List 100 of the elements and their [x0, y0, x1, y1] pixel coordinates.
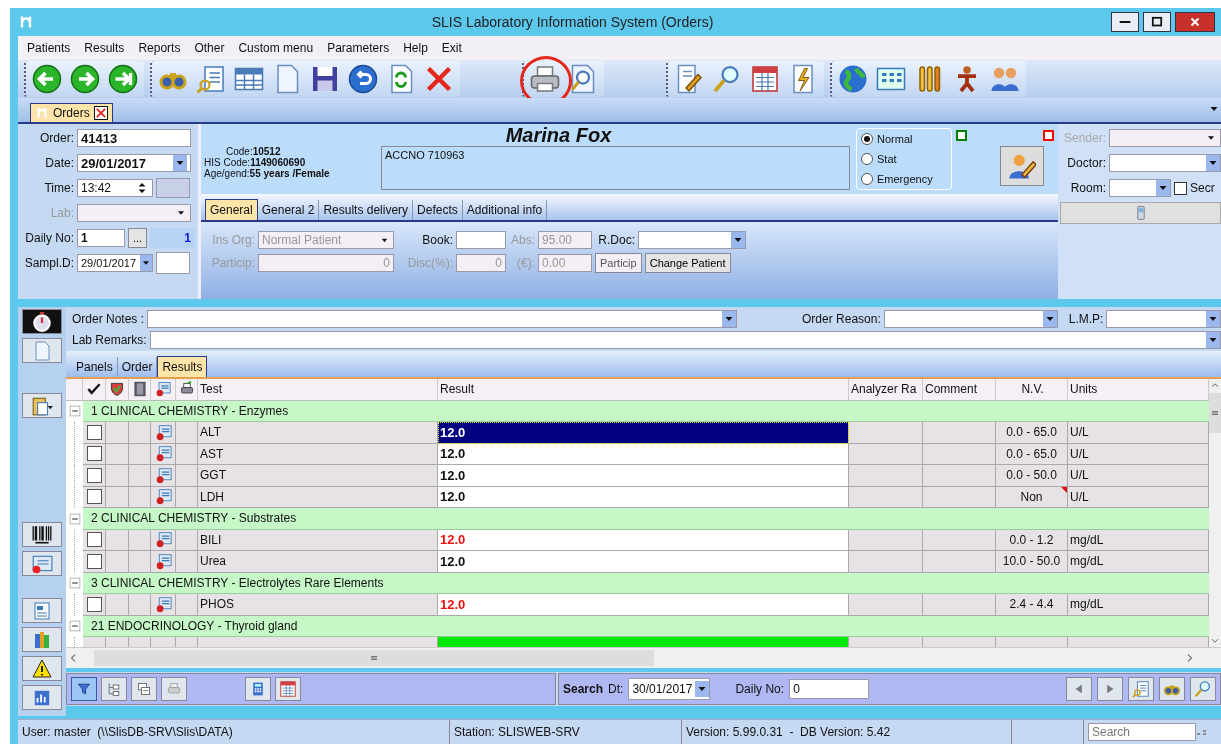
lab-dropdown[interactable]	[77, 204, 191, 222]
calendar-icon[interactable]	[750, 64, 780, 94]
print-button[interactable]	[161, 677, 187, 701]
result-cell[interactable]: 12.0	[438, 551, 849, 573]
magnifier-icon[interactable]	[712, 64, 742, 94]
menu-item[interactable]: Parameters	[320, 41, 397, 55]
collapse-icon[interactable]	[67, 619, 82, 634]
menu-item[interactable]: Reports	[131, 41, 188, 55]
chart-button[interactable]	[22, 685, 62, 710]
next-button[interactable]	[1097, 677, 1123, 701]
group-row[interactable]: 21 ENDOCRINOLOGY - Thyroid gland	[83, 615, 1209, 637]
tab[interactable]: Additional info	[462, 200, 548, 220]
browse-button[interactable]: ...	[128, 228, 148, 248]
document-search-button[interactable]	[1128, 677, 1154, 701]
daily-number-field[interactable]: 1	[77, 229, 125, 247]
undo-icon[interactable]	[348, 64, 378, 94]
search-field[interactable]: Search	[1088, 723, 1196, 741]
collapse-list-button[interactable]	[131, 677, 157, 701]
menu-item[interactable]: Other	[187, 41, 232, 55]
tab[interactable]: General	[205, 199, 258, 220]
particip-button[interactable]: Particip	[595, 253, 642, 273]
menu-item[interactable]: Exit	[434, 41, 469, 55]
lmp-dropdown[interactable]	[1106, 309, 1221, 328]
binoculars-button[interactable]	[1159, 677, 1185, 701]
document-search-icon[interactable]	[196, 64, 226, 94]
column-header[interactable]: Result	[438, 379, 849, 401]
doctor-edit-button[interactable]	[1000, 146, 1044, 186]
flag-checkbox[interactable]	[1043, 129, 1054, 141]
menu-item[interactable]: Results	[77, 41, 132, 55]
magnifier-button[interactable]	[1190, 677, 1216, 701]
column-header[interactable]: Comment	[923, 379, 996, 401]
calendar-button[interactable]	[275, 677, 301, 701]
report-button[interactable]	[22, 598, 62, 623]
result-cell[interactable]: 12.0	[438, 594, 849, 616]
sender-dropdown[interactable]	[1109, 129, 1221, 147]
order-notes-dropdown[interactable]	[147, 309, 738, 328]
tree-list-button[interactable]	[101, 677, 127, 701]
input-field[interactable]	[156, 178, 190, 198]
document-tab[interactable]: Orders	[30, 103, 113, 122]
search-date-field[interactable]: 30/01/2017	[628, 678, 711, 700]
group-row[interactable]: 3 CLINICAL CHEMISTRY - Electrolytes Rare Elements	[83, 572, 1209, 594]
scrollbar-thumb[interactable]	[94, 650, 654, 666]
tab[interactable]: Results	[157, 356, 208, 377]
column-header[interactable]: Units	[1068, 379, 1209, 401]
menu-item[interactable]: Custom menu	[231, 41, 321, 55]
clipboard-button[interactable]	[22, 393, 62, 418]
group-row[interactable]: 2 CLINICAL CHEMISTRY - Substrates	[83, 508, 1209, 530]
save-icon[interactable]	[310, 64, 340, 94]
flag-checkbox[interactable]	[956, 129, 967, 141]
column-header[interactable]: Analyzer Ra	[849, 379, 923, 401]
tab[interactable]: Panels	[72, 357, 118, 377]
tab[interactable]: Results delivery	[319, 200, 414, 220]
daily-number-field[interactable]: 0	[789, 679, 870, 699]
certificate-button[interactable]	[22, 551, 62, 576]
input-field[interactable]	[156, 252, 190, 274]
result-cell[interactable]: 12.0	[438, 443, 849, 465]
stopwatch-button[interactable]	[22, 309, 62, 334]
result-cell[interactable]: 12.0	[438, 422, 849, 444]
column-header[interactable]: N.V.	[996, 379, 1068, 401]
priority-radio[interactable]: Stat	[861, 153, 947, 165]
menu-item[interactable]: Help	[396, 41, 435, 55]
change-patient-button[interactable]: Change Patient	[644, 253, 731, 273]
result-cell[interactable]: 12.0	[438, 529, 849, 551]
collapse-icon[interactable]	[67, 404, 82, 419]
books-button[interactable]	[22, 627, 62, 652]
book-field[interactable]	[456, 231, 506, 249]
previous-button[interactable]	[1066, 677, 1092, 701]
order-field[interactable]: 41413	[77, 129, 191, 147]
group-row[interactable]: 1 CLINICAL CHEMISTRY - Enzymes	[83, 400, 1209, 422]
result-cell[interactable]: 12.0	[438, 465, 849, 487]
close-icon[interactable]	[424, 64, 454, 94]
tab[interactable]: General 2	[257, 200, 320, 220]
collapse-icon[interactable]	[67, 511, 82, 526]
scrollbar-thumb[interactable]	[1209, 393, 1221, 433]
lab-remarks-dropdown[interactable]	[149, 330, 1221, 349]
order-reason-dropdown[interactable]	[883, 309, 1058, 328]
referring-doctor-dropdown[interactable]	[638, 231, 746, 249]
maximize-button[interactable]	[1143, 12, 1171, 32]
patient-notes-field[interactable]: ACCNO 710963	[381, 146, 850, 190]
barcode-button[interactable]	[22, 522, 62, 547]
filter-button[interactable]	[71, 677, 97, 701]
minimize-button[interactable]	[1111, 12, 1139, 32]
warning-button[interactable]	[22, 656, 62, 681]
priority-radio[interactable]: Normal	[861, 133, 947, 145]
priority-radio[interactable]: Emergency	[861, 173, 947, 185]
column-header[interactable]: Test	[198, 379, 438, 401]
sample-date-field[interactable]: 29/01/2017	[77, 254, 153, 272]
result-cell[interactable]: 12.0	[438, 486, 849, 508]
menu-item[interactable]: Patients	[20, 41, 78, 55]
doctor-dropdown[interactable]	[1109, 154, 1221, 172]
collapse-icon[interactable]	[67, 576, 82, 591]
calculator-button[interactable]	[245, 677, 271, 701]
checkbox[interactable]	[1174, 181, 1187, 195]
globe-icon[interactable]	[838, 64, 868, 94]
tab-close-button[interactable]	[93, 106, 108, 120]
printer-icon[interactable]	[530, 64, 560, 94]
date-field[interactable]: 29/01/2017	[77, 154, 191, 172]
tab[interactable]: Defects	[413, 200, 463, 220]
close-button[interactable]	[1175, 12, 1215, 32]
time-field[interactable]: 13:42	[77, 179, 153, 197]
